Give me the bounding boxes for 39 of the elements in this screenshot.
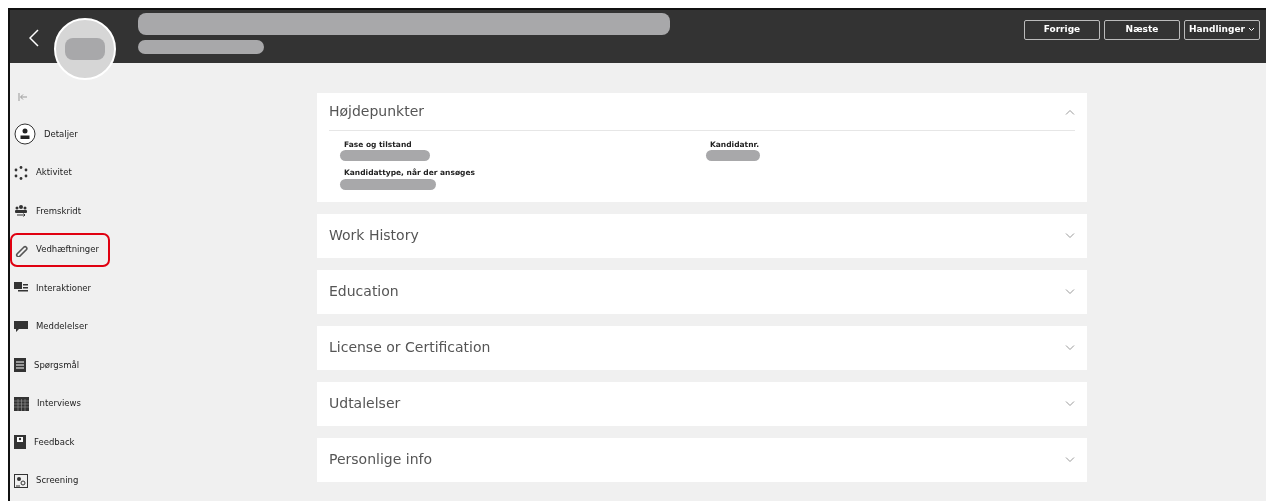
expand-icon[interactable] bbox=[1065, 344, 1075, 351]
screening-icon bbox=[14, 473, 28, 488]
expand-icon[interactable] bbox=[1065, 456, 1075, 463]
sidebar-item[interactable]: Fremskridt bbox=[12, 192, 88, 231]
section-title: Udtalelser bbox=[329, 394, 401, 413]
sidebar-item[interactable]: Screening bbox=[12, 461, 85, 500]
expand-icon[interactable] bbox=[1065, 400, 1075, 407]
sidebar-item[interactable]: Spørgsmål bbox=[12, 346, 85, 385]
people-icon bbox=[14, 204, 28, 219]
caret-icon bbox=[1248, 27, 1255, 33]
section-title: Education bbox=[329, 282, 399, 301]
sidebar-item[interactable]: Interviews bbox=[12, 384, 87, 423]
sidebar-item[interactable]: Meddelelser bbox=[12, 307, 94, 346]
expand-icon[interactable] bbox=[1065, 232, 1075, 239]
sidebar-item[interactable]: Detaljer bbox=[12, 115, 84, 154]
sidebar-item[interactable]: Interaktioner bbox=[12, 269, 98, 308]
calendar-icon bbox=[14, 396, 29, 411]
redaction-bar bbox=[65, 38, 105, 60]
actions-dropdown-button[interactable]: Handlinger bbox=[1183, 20, 1260, 40]
nav-button[interactable]: Forrige bbox=[1023, 20, 1100, 40]
clipboard-icon bbox=[14, 435, 26, 450]
section-title: Work History bbox=[329, 226, 419, 245]
redaction-bar bbox=[706, 150, 760, 162]
sidebar-item[interactable]: Feedback bbox=[12, 423, 81, 462]
collapse-icon[interactable] bbox=[1065, 108, 1075, 115]
speech-bubble-icon bbox=[14, 320, 28, 333]
sidebar-item[interactable]: Vedhæftninger bbox=[12, 234, 108, 265]
back-icon bbox=[29, 29, 39, 47]
collapse-sidebar-icon[interactable] bbox=[18, 93, 28, 101]
section-title: Højdepunkter bbox=[329, 102, 425, 121]
person-icon bbox=[14, 123, 36, 146]
expand-icon[interactable] bbox=[1065, 288, 1075, 295]
dotted-circle-icon bbox=[14, 165, 28, 180]
section-title: License or Certification bbox=[329, 338, 491, 357]
section-title: Personlige info bbox=[329, 450, 433, 469]
nav-button[interactable]: Næste bbox=[1103, 20, 1180, 40]
list-icon bbox=[14, 358, 26, 373]
sidebar-item[interactable]: Aktivitet bbox=[12, 153, 78, 192]
chat-list-icon bbox=[14, 282, 28, 295]
